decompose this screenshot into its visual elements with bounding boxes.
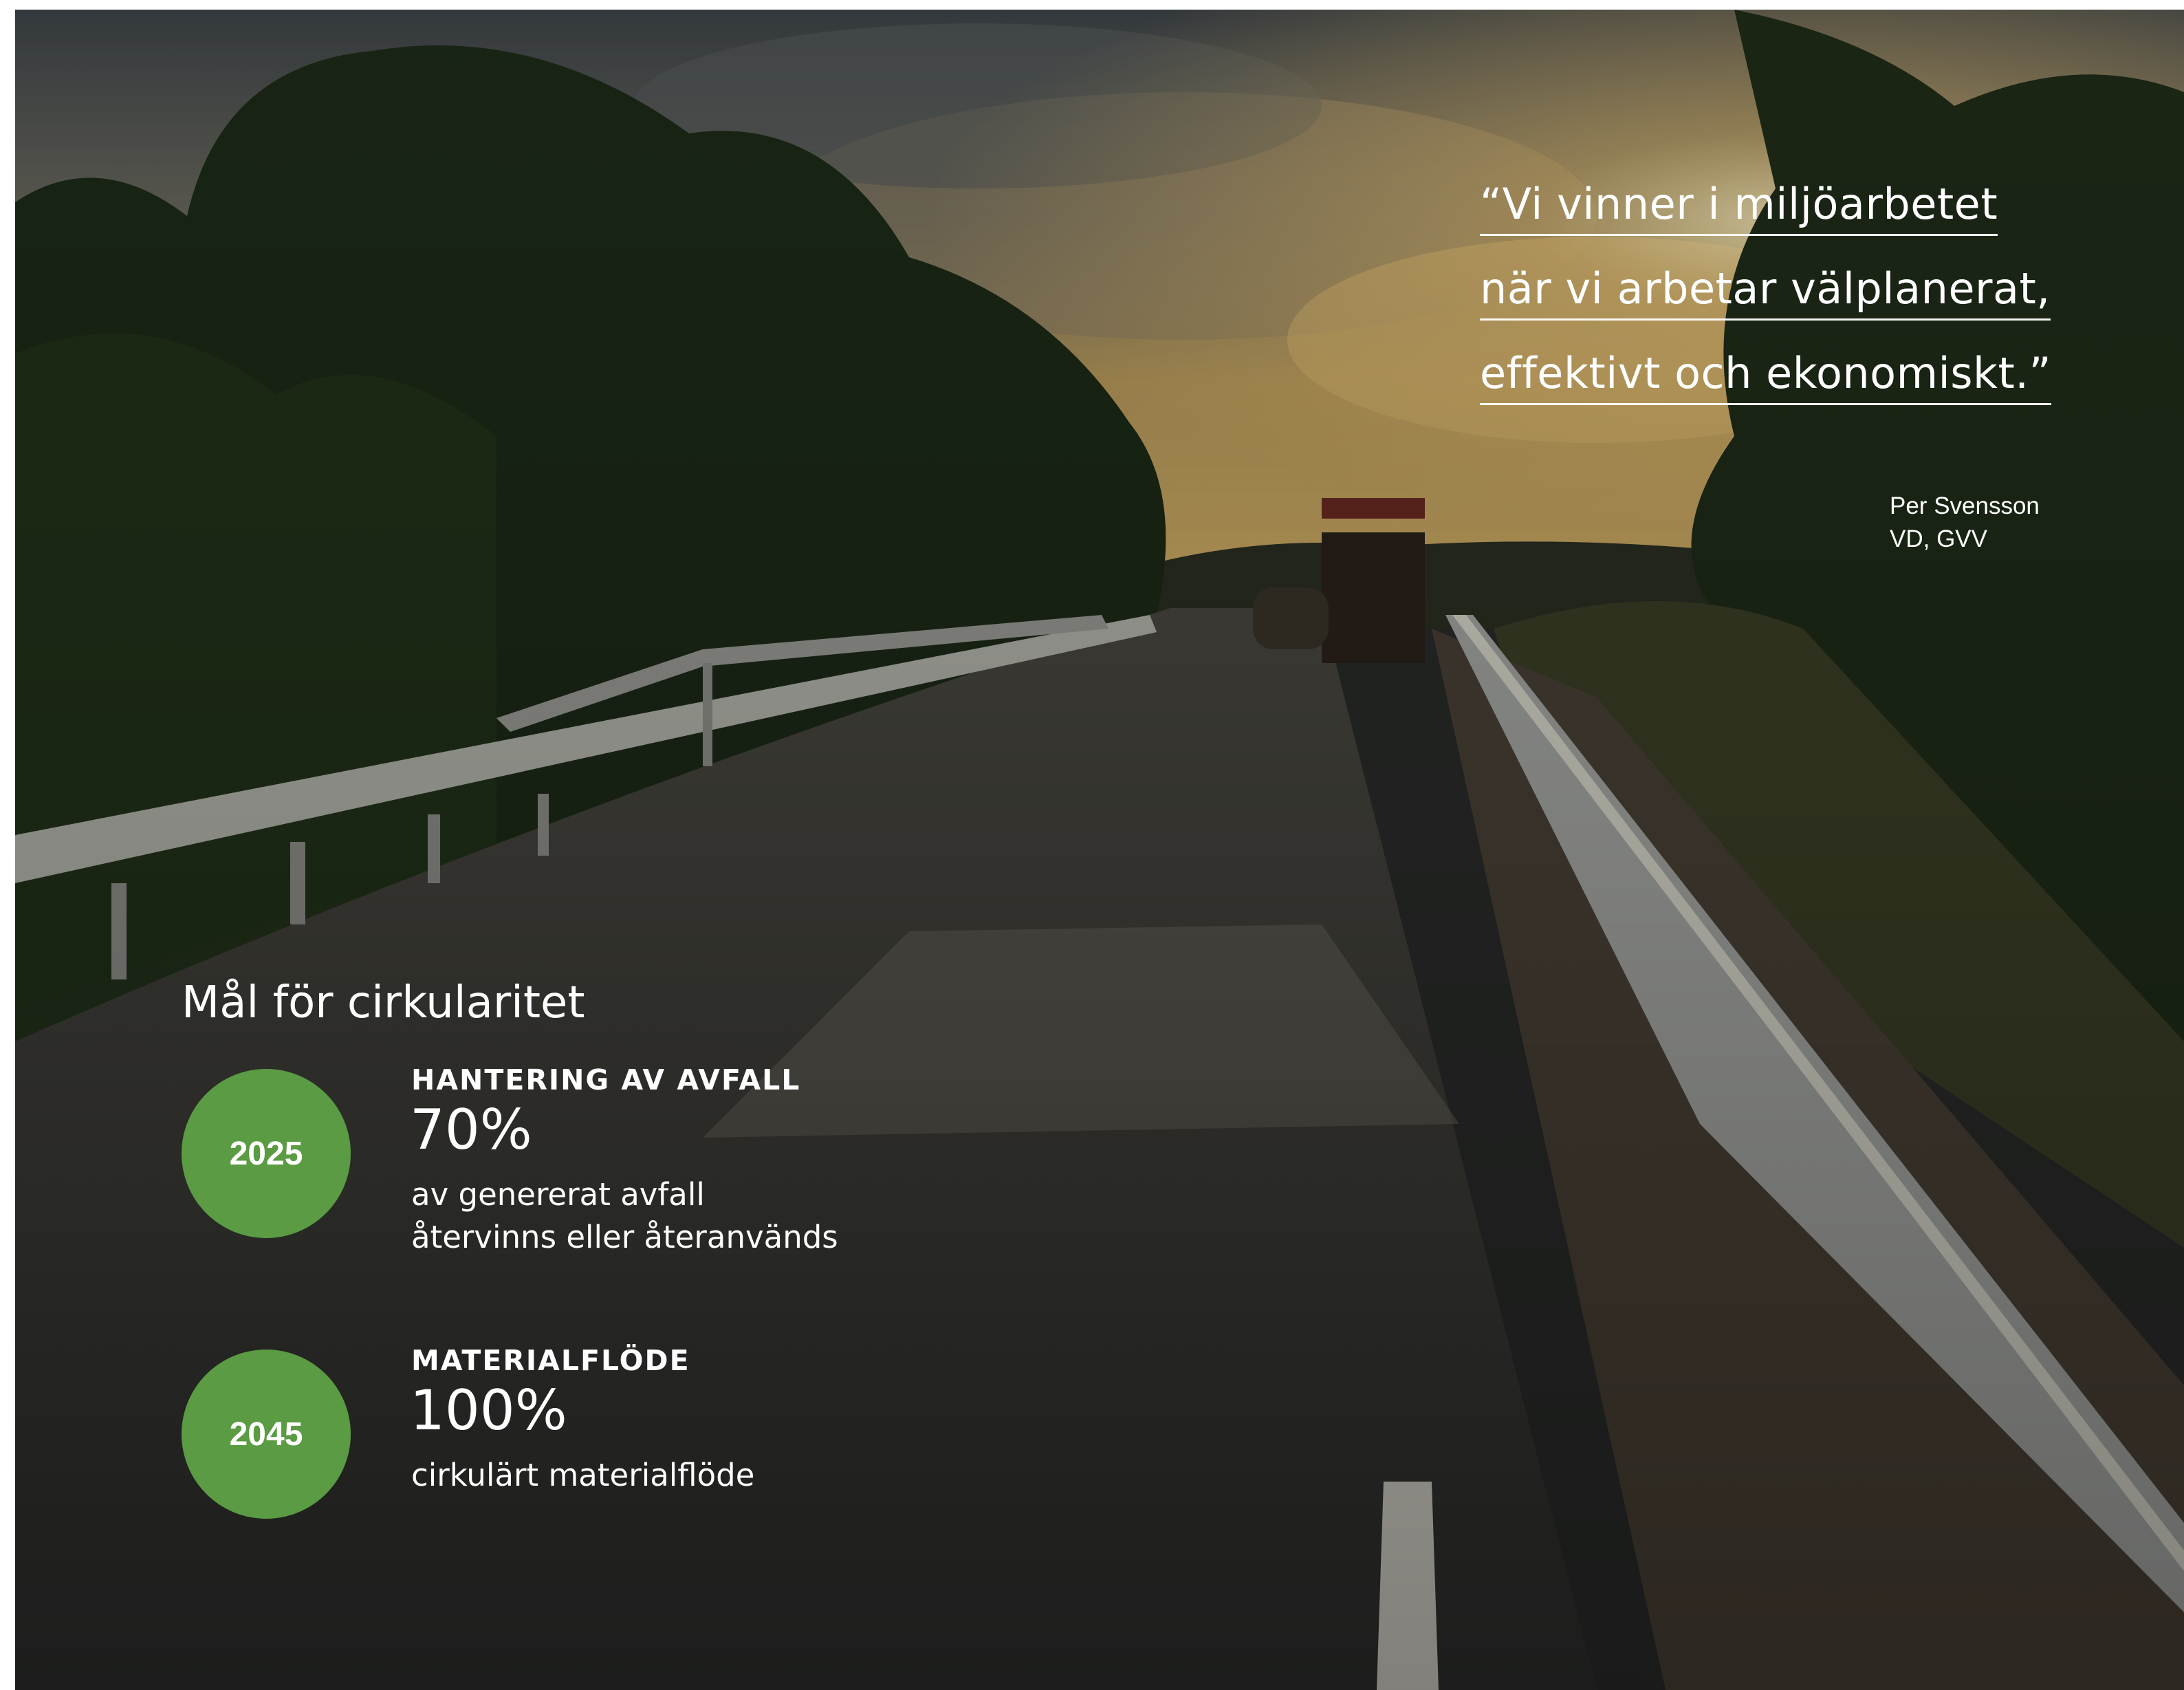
quote-line-3: effektivt och ekonomiskt.” bbox=[1480, 351, 2052, 405]
author-title: VD, GVV bbox=[1890, 526, 1987, 552]
goal-heading: HANTERING AV AVFALL bbox=[411, 1063, 801, 1096]
goal-value: 100% bbox=[410, 1378, 567, 1442]
year-badge: 2025 bbox=[182, 1069, 351, 1238]
goal-heading: MATERIALFLÖDE bbox=[411, 1344, 690, 1377]
goals-title: Mål för cirkularitet bbox=[182, 977, 585, 1028]
author-name: Per Svensson bbox=[1890, 492, 2040, 519]
goal-value: 70% bbox=[410, 1098, 532, 1162]
goal-description-line: återvinns eller återanvänds bbox=[411, 1219, 838, 1255]
quote-block: “Vi vinner i miljöarbetet när vi arbetar… bbox=[1480, 182, 2099, 435]
goal-description-line: cirkulärt materialflöde bbox=[411, 1457, 755, 1493]
goal-description: av genererat avfall återvinns eller åter… bbox=[411, 1173, 838, 1259]
goal-description: cirkulärt materialflöde bbox=[411, 1454, 754, 1497]
background-photo-road-bridge: “Vi vinner i miljöarbetet när vi arbetar… bbox=[15, 10, 2184, 1690]
goal-material-flow: 2045 MATERIALFLÖDE 100% cirkulärt materi… bbox=[15, 1344, 978, 1521]
year-badge: 2045 bbox=[182, 1350, 351, 1519]
quote-author: Per Svensson VD, GVV bbox=[1890, 490, 2040, 556]
goal-description-line: av genererat avfall bbox=[411, 1176, 705, 1213]
quote-line-1: “Vi vinner i miljöarbetet bbox=[1480, 182, 1998, 236]
goal-waste-management: 2025 HANTERING AV AVFALL 70% av generera… bbox=[15, 1063, 978, 1255]
quote-line-2: när vi arbetar välplanerat, bbox=[1480, 266, 2051, 321]
